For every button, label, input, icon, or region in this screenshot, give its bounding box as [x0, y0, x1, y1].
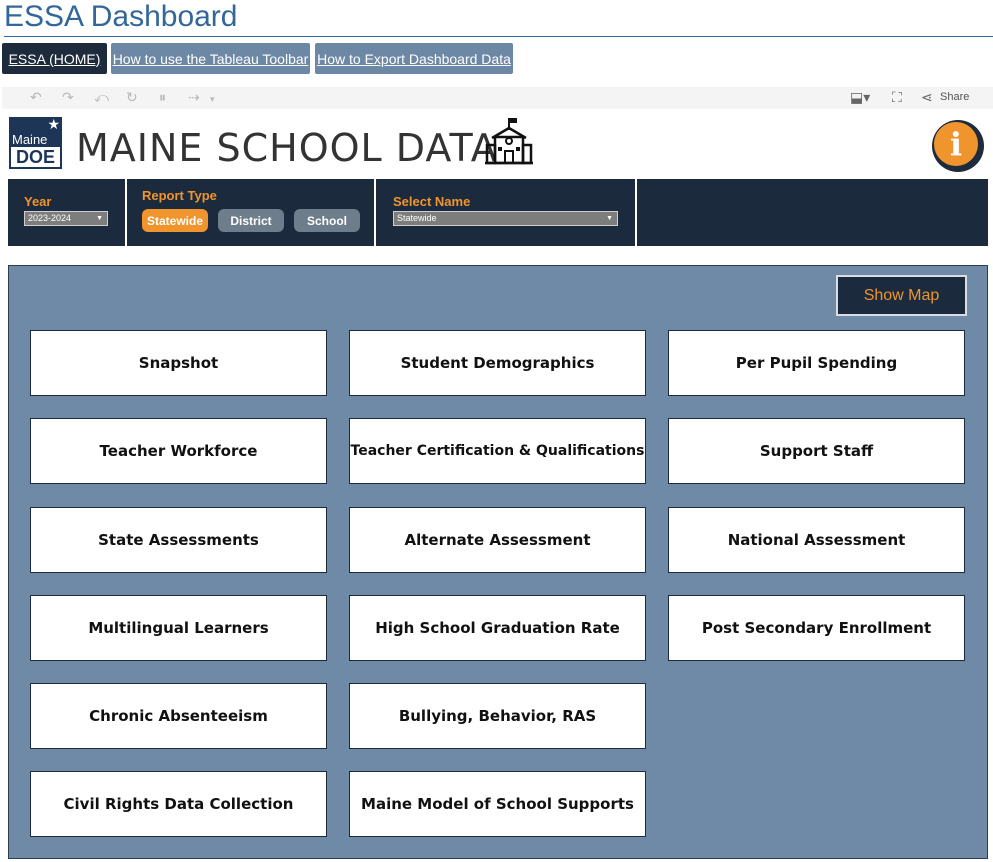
- page-title: ESSA Dashboard: [4, 0, 238, 33]
- tile-teacher-certification[interactable]: Teacher Certification & Qualifications: [349, 418, 646, 484]
- dashboard-title: MAINE SCHOOL DATA: [76, 126, 498, 170]
- download-icon[interactable]: ⬓▾: [850, 89, 870, 107]
- undo-icon[interactable]: ↶: [30, 89, 42, 107]
- report-type-statewide-button[interactable]: Statewide: [142, 209, 208, 232]
- tile-high-school-graduation-rate[interactable]: High School Graduation Rate: [349, 595, 646, 661]
- share-button[interactable]: Share: [940, 91, 969, 103]
- report-type-school-button[interactable]: School: [294, 209, 360, 232]
- year-select[interactable]: 2023-2024 ▼: [24, 211, 108, 226]
- select-name-value: Statewide: [397, 213, 437, 223]
- tile-multilingual-learners[interactable]: Multilingual Learners: [30, 595, 327, 661]
- tile-snapshot[interactable]: Snapshot: [30, 330, 327, 396]
- year-select-value: 2023-2024: [28, 213, 72, 223]
- school-building-icon: [484, 116, 534, 171]
- tile-state-assessments[interactable]: State Assessments: [30, 507, 327, 573]
- tile-student-demographics[interactable]: Student Demographics: [349, 330, 646, 396]
- fullscreen-icon[interactable]: ⛶: [892, 89, 902, 107]
- filter-divider: [374, 179, 376, 246]
- show-map-button[interactable]: Show Map: [836, 275, 967, 316]
- tile-per-pupil-spending[interactable]: Per Pupil Spending: [668, 330, 965, 396]
- tile-post-secondary-enrollment[interactable]: Post Secondary Enrollment: [668, 595, 965, 661]
- tile-bullying-behavior-ras[interactable]: Bullying, Behavior, RAS: [349, 683, 646, 749]
- tile-civil-rights-data-collection[interactable]: Civil Rights Data Collection: [30, 771, 327, 837]
- maine-doe-logo: ★ Maine DOE: [9, 117, 62, 169]
- pause-icon[interactable]: ⏸: [159, 89, 166, 107]
- tile-national-assessment[interactable]: National Assessment: [668, 507, 965, 573]
- redo-icon[interactable]: ↷: [62, 89, 74, 107]
- select-name-dropdown[interactable]: Statewide ▼: [393, 211, 618, 226]
- tile-support-staff[interactable]: Support Staff: [668, 418, 965, 484]
- star-icon: ★: [47, 117, 60, 133]
- info-glyph: i: [934, 122, 978, 166]
- chevron-down-icon[interactable]: ▾: [210, 91, 215, 109]
- tableau-toolbar: ↶ ↷ ⤺ ↻ ⏸ ⇢ ▾ ⬓▾ ⛶ ⋖ Share: [2, 87, 993, 109]
- filter-divider: [635, 179, 637, 246]
- refresh-icon[interactable]: ↻: [126, 89, 138, 107]
- select-name-label: Select Name: [393, 194, 471, 209]
- report-type-label: Report Type: [142, 188, 217, 203]
- report-type-district-button[interactable]: District: [218, 209, 284, 232]
- nav-export-help-button[interactable]: How to Export Dashboard Data: [315, 43, 513, 74]
- chevron-down-icon: ▼: [96, 215, 103, 222]
- tile-teacher-workforce[interactable]: Teacher Workforce: [30, 418, 327, 484]
- replay-icon[interactable]: ⇢: [188, 89, 200, 107]
- tile-alternate-assessment[interactable]: Alternate Assessment: [349, 507, 646, 573]
- share-icon[interactable]: ⋖: [921, 89, 933, 107]
- filter-divider: [125, 179, 127, 246]
- nav-home-button[interactable]: ESSA (HOME): [2, 43, 107, 74]
- nav-toolbar-help-button[interactable]: How to use the Tableau Toolbar: [111, 43, 310, 74]
- logo-text-top: Maine: [12, 132, 48, 147]
- year-label: Year: [24, 194, 52, 209]
- logo-text-bottom: DOE: [11, 147, 60, 167]
- tile-chronic-absenteeism[interactable]: Chronic Absenteeism: [30, 683, 327, 749]
- info-icon[interactable]: i: [932, 120, 984, 172]
- revert-icon[interactable]: ⤺: [94, 89, 109, 107]
- chevron-down-icon: ▼: [606, 215, 613, 222]
- tile-maine-model-school-supports[interactable]: Maine Model of School Supports: [349, 771, 646, 837]
- title-divider: [4, 36, 993, 37]
